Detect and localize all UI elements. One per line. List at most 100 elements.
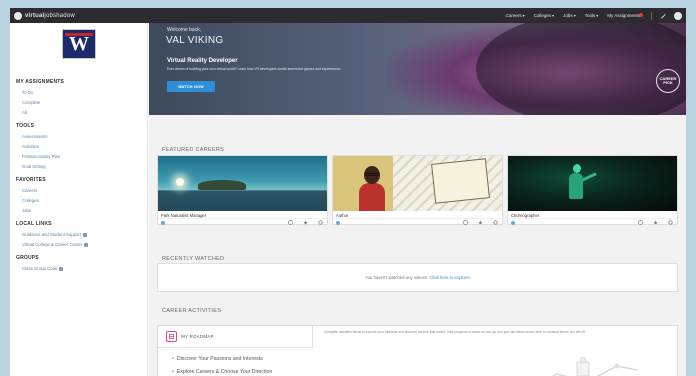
featured-careers-title: FEATURED CAREERS — [162, 147, 225, 153]
sidebar-sections: MY ASSIGNMENTS To Do Complete All TOOLS … — [16, 79, 142, 274]
career-card[interactable]: Park Naturalist Manager — [157, 155, 328, 225]
thumbnail-person — [359, 166, 385, 211]
nav-label: Colleges — [533, 13, 552, 18]
school-logo: W — [62, 29, 96, 59]
sidebar-heading-groups: GROUPS — [16, 255, 39, 261]
notification-badge — [639, 13, 643, 17]
site-logo[interactable]: virtualjobshadow — [14, 11, 75, 20]
thumbnail-island — [198, 180, 246, 190]
hero-image-silhouette — [476, 23, 686, 115]
sidebar-item-todo[interactable]: To Do — [22, 88, 142, 98]
nav-jobs[interactable]: Jobs▾ — [563, 13, 576, 18]
sidebar-item-all[interactable]: All — [22, 108, 142, 118]
external-link-icon — [83, 232, 88, 237]
sidebar-item-guidance[interactable]: Guidance and Student Support — [22, 230, 142, 240]
user-name: VAL VIKING — [166, 35, 224, 46]
card-actions — [508, 218, 677, 225]
external-link-icon — [59, 266, 64, 271]
dancer-head — [573, 164, 581, 173]
sidebar-heading-tools: TOOLS — [16, 123, 35, 129]
explore-link[interactable]: Click here to explore! — [429, 275, 469, 280]
watch-now-button[interactable]: WATCH NOW — [167, 81, 215, 92]
sidebar-item-goal-setting[interactable]: Goal Setting — [22, 162, 142, 172]
app-frame: virtualjobshadow Careers▾ Colleges▾ Jobs… — [10, 8, 686, 376]
card-actions — [333, 218, 502, 225]
sidebar-item-career-center[interactable]: Virtual College & Career Center — [22, 240, 142, 250]
nav-label: Jobs — [563, 13, 573, 18]
sidebar-item-group-code[interactable]: Class Group Code — [22, 264, 142, 274]
career-thumbnail[interactable] — [158, 156, 327, 211]
favorite-icon[interactable] — [303, 220, 308, 225]
nav-label: Careers — [505, 13, 522, 18]
logo-text-bold: virtual — [25, 12, 45, 19]
sidebar-item-postsecondary-plan[interactable]: Postsecondary Plan — [22, 152, 142, 162]
main-content: Welcome back, VAL VIKING Virtual Reality… — [149, 23, 686, 376]
info-icon[interactable] — [511, 220, 515, 225]
nav-divider — [651, 11, 652, 20]
dancer-body — [569, 173, 583, 199]
info-icon[interactable] — [336, 220, 340, 225]
recently-watched-panel: You haven't watched any videos! Click he… — [157, 263, 678, 292]
share-icon[interactable] — [493, 219, 498, 225]
info-icon[interactable] — [161, 220, 165, 225]
link-label: Class Group Code — [22, 266, 58, 271]
share-icon[interactable] — [318, 219, 323, 225]
sidebar-item-complete[interactable]: Complete — [22, 98, 142, 108]
top-nav: virtualjobshadow Careers▾ Colleges▾ Jobs… — [10, 8, 686, 23]
tab-label: MY ROADMAP — [181, 334, 214, 339]
share-icon[interactable] — [668, 219, 673, 225]
tab-my-roadmap[interactable]: MY ROADMAP — [158, 326, 313, 348]
sidebar-heading-local-links: LOCAL LINKS — [16, 221, 52, 227]
card-actions — [158, 218, 327, 225]
hero-description: Ever dream of building your own virtual … — [167, 67, 342, 71]
activities-description: Complete activities below to explore you… — [324, 330, 586, 334]
sidebar-item-fav-careers[interactable]: Careers — [22, 186, 142, 196]
career-card[interactable]: Author — [332, 155, 503, 225]
link-label: Virtual College & Career Center — [22, 242, 83, 247]
logo-icon — [14, 11, 22, 20]
favorite-icon[interactable] — [653, 220, 658, 225]
play-icon[interactable] — [638, 219, 643, 225]
hero-career-title: Virtual Reality Developer — [167, 58, 238, 64]
career-thumbnail[interactable] — [333, 156, 502, 211]
person-torso — [359, 183, 385, 211]
sidebar: W MY ASSIGNMENTS To Do Complete All TOOL… — [10, 23, 148, 376]
chevron-down-icon: ▾ — [573, 13, 576, 18]
career-activities-title: CAREER ACTIVITIES — [162, 308, 222, 314]
sidebar-heading-assignments: MY ASSIGNMENTS — [16, 79, 65, 85]
career-thumbnail[interactable] — [508, 156, 677, 211]
thumbnail-dancer — [563, 164, 597, 209]
play-icon[interactable] — [463, 219, 468, 225]
user-avatar[interactable] — [674, 11, 682, 20]
thumbnail-sun — [176, 178, 184, 186]
activity-item[interactable]: Discover Your Passions and Interests — [172, 356, 263, 362]
external-link-icon — [84, 242, 89, 247]
card-action-group — [278, 219, 323, 225]
school-logo-mark: W — [69, 33, 89, 55]
welcome-text: Welcome back, — [167, 27, 202, 33]
link-label: Guidance and Student Support — [22, 232, 82, 237]
sidebar-item-fav-jobs[interactable]: Jobs — [22, 206, 142, 216]
sidebar-item-fav-colleges[interactable]: Colleges — [22, 196, 142, 206]
career-card[interactable]: Choreographer — [507, 155, 678, 225]
chevron-down-icon: ▾ — [522, 13, 525, 18]
roadmap-icon — [166, 331, 177, 342]
nav-menu: Careers▾ Colleges▾ Jobs▾ Tools▾ My Assig… — [497, 8, 682, 23]
sidebar-item-assessments[interactable]: Assessments — [22, 132, 142, 142]
nav-colleges[interactable]: Colleges▾ — [534, 13, 555, 18]
favorite-icon[interactable] — [478, 220, 483, 225]
logo-stripe — [65, 33, 93, 36]
activity-item[interactable]: Explore Careers & Choose Your Direction — [172, 369, 272, 375]
person-glasses — [365, 173, 379, 176]
nav-tools[interactable]: Tools▾ — [585, 13, 599, 18]
nav-my-assignments[interactable]: My Assignments — [607, 13, 643, 18]
nav-label: Tools — [584, 13, 596, 18]
sidebar-item-activities[interactable]: Activities — [22, 142, 142, 152]
nav-careers[interactable]: Careers▾ — [506, 13, 525, 18]
play-icon[interactable] — [288, 219, 293, 225]
edit-icon[interactable] — [659, 12, 667, 20]
activities-illustration — [550, 356, 637, 376]
logo-text: jobshadow — [44, 12, 75, 19]
sidebar-heading-favorites: FAVORITES — [16, 177, 46, 183]
chevron-down-icon: ▾ — [596, 13, 599, 18]
